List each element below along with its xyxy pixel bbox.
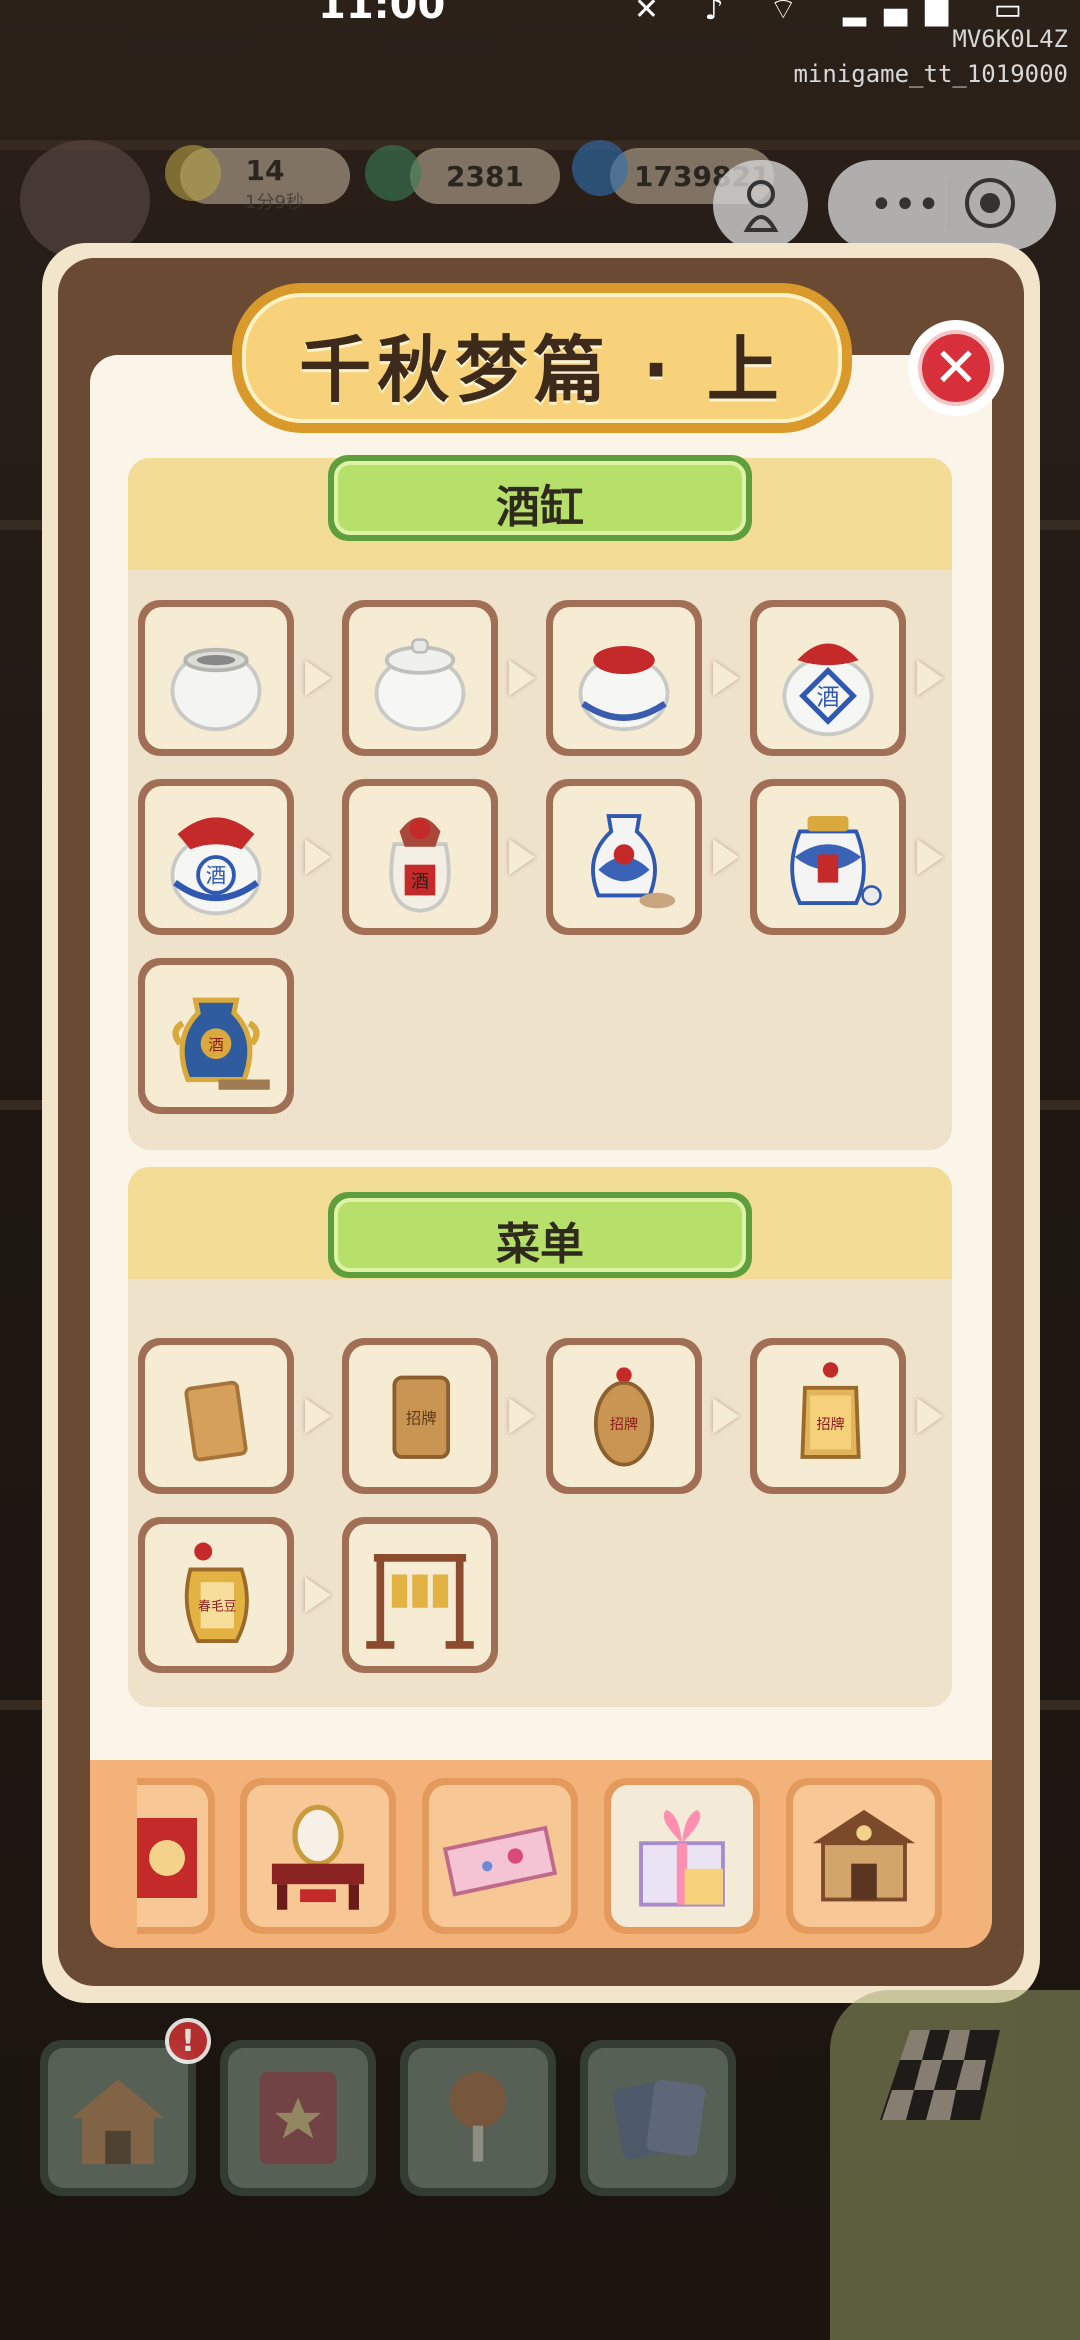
item-tile[interactable] [342, 600, 498, 756]
oval-tag-icon: 招牌 [593, 1367, 655, 1467]
arrow-icon [305, 1577, 331, 1613]
item-tile[interactable] [342, 1517, 498, 1673]
arrow-icon [305, 660, 331, 696]
capsule-divider [948, 180, 950, 230]
more-options-button[interactable]: ••• [855, 160, 955, 250]
arrow-icon [509, 1398, 535, 1434]
item-tile[interactable]: 招牌 [546, 1338, 702, 1494]
cards-button[interactable] [580, 2040, 736, 2196]
svg-text:招牌: 招牌 [816, 1416, 844, 1433]
book-icon [259, 2071, 337, 2165]
item-tile[interactable]: 酒 [342, 779, 498, 935]
item-tile[interactable]: 酒 [138, 779, 294, 935]
chapter-tile[interactable] [240, 1778, 396, 1934]
hanging-tag-icon: 招牌 [800, 1362, 861, 1459]
item-tile[interactable] [138, 1338, 294, 1494]
arrow-icon [305, 839, 331, 875]
wine-jar-icon: 酒 [782, 643, 874, 737]
red-lid-jar-icon [578, 646, 670, 732]
person-icon [743, 180, 779, 232]
arrow-icon [509, 660, 535, 696]
svg-text:招牌: 招牌 [406, 1410, 437, 1428]
game-board-button[interactable] [830, 1990, 1080, 2340]
blue-porcelain-vase-icon [591, 814, 676, 909]
coin-icon [365, 145, 421, 201]
arrow-icon [917, 839, 943, 875]
carved-board-icon: 招牌 [392, 1375, 451, 1459]
section-tab-wine-jar: 酒缸 [328, 455, 752, 541]
arrow-icon [713, 1398, 739, 1434]
svg-text:酒: 酒 [208, 1036, 223, 1054]
svg-text:酒: 酒 [411, 872, 429, 893]
status-time: 11:00 [318, 0, 446, 28]
section-label: 酒缸 [496, 482, 584, 533]
coins-counter: 2381 [410, 148, 560, 204]
item-tile[interactable] [750, 779, 906, 935]
menu-rack-icon [366, 1554, 474, 1649]
arrow-icon [917, 1398, 943, 1434]
energy-timer: 1分9秒 [245, 192, 304, 213]
lidded-jar-icon [374, 638, 466, 732]
device-id: MV6K0L4Z minigame_tt_1019000 [793, 22, 1068, 92]
chapter-tile[interactable] [604, 1778, 760, 1934]
gilded-wine-vase-icon: 酒 [172, 997, 270, 1090]
checkerboard-icon [880, 2030, 1000, 2120]
arrow-icon [917, 660, 943, 696]
page-title: 千秋梦篇 · 上 [299, 328, 785, 412]
close-button[interactable]: ✕ [908, 320, 1004, 416]
item-tile[interactable] [546, 600, 702, 756]
chapter-tile[interactable] [422, 1778, 578, 1934]
chapter-tile[interactable] [786, 1778, 942, 1934]
avatar-menu-button[interactable] [713, 160, 808, 250]
player-avatar[interactable] [20, 140, 150, 260]
svg-text:酒: 酒 [816, 685, 839, 711]
item-tile[interactable] [546, 779, 702, 935]
arrow-icon [509, 839, 535, 875]
section-label: 菜单 [496, 1219, 584, 1270]
cards-icon [612, 2079, 706, 2160]
home-button[interactable] [40, 2040, 196, 2196]
svg-text:酒: 酒 [206, 864, 226, 888]
item-tile[interactable]: 酒 [138, 958, 294, 1114]
section-tab-menu: 菜单 [328, 1192, 752, 1278]
item-tile[interactable]: 酒 [750, 600, 906, 756]
item-tile[interactable]: 招牌 [750, 1338, 906, 1494]
gift-chapter-icon [639, 1809, 725, 1907]
title-banner: 千秋梦篇 · 上 [232, 283, 852, 433]
svg-text:春毛豆: 春毛豆 [198, 1599, 237, 1614]
game-id: minigame_tt_1019000 [793, 60, 1068, 88]
pushpin-button[interactable] [400, 2040, 556, 2196]
vanity-chapter-icon [271, 1804, 365, 1910]
energy-value: 14 [245, 153, 285, 187]
coins-value: 2381 [446, 159, 524, 193]
paper-chapter-icon [442, 1825, 558, 1897]
close-icon: ✕ [918, 330, 994, 406]
device-serial: MV6K0L4Z [952, 25, 1068, 53]
svg-text:招牌: 招牌 [610, 1416, 638, 1433]
wood-plank-icon [184, 1380, 248, 1462]
shop-chapter-icon [812, 1809, 916, 1902]
arrow-icon [305, 1398, 331, 1434]
energy-icon [165, 145, 221, 201]
close-miniprogram-button[interactable] [965, 178, 1015, 228]
gold-medallion-icon: 春毛豆 [184, 1542, 249, 1643]
flame-icon [572, 140, 628, 196]
chapter-tile[interactable] [137, 1778, 215, 1934]
house-icon [71, 2079, 165, 2165]
book-button[interactable] [220, 2040, 376, 2196]
item-tile[interactable]: 春毛豆 [138, 1517, 294, 1673]
notification-badge: ! [165, 2018, 211, 2064]
scroll-chapter-icon [137, 1818, 197, 1898]
wine-gourd-icon: 酒 [389, 817, 451, 913]
item-tile[interactable] [138, 600, 294, 756]
ornate-porcelain-jar-icon [790, 816, 882, 906]
pushpin-icon [449, 2071, 507, 2162]
red-wrapped-wine-jar-icon: 酒 [170, 817, 262, 916]
arrow-icon [713, 660, 739, 696]
arrow-icon [713, 839, 739, 875]
empty-jar-icon [170, 647, 262, 732]
item-tile[interactable]: 招牌 [342, 1338, 498, 1494]
